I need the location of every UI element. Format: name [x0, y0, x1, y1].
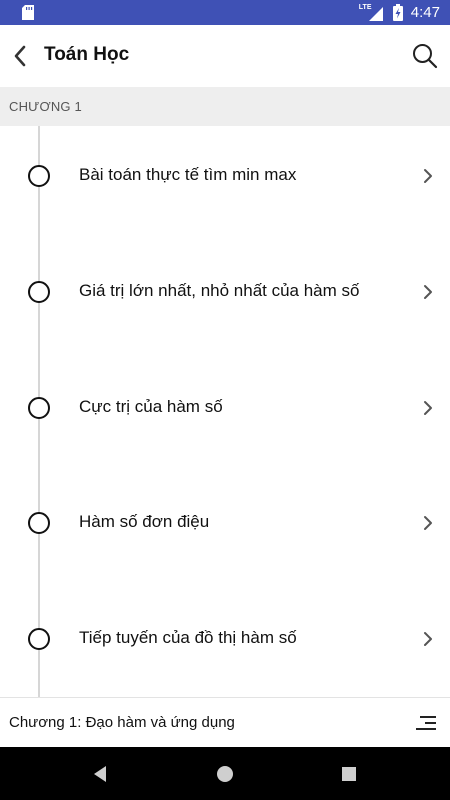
chevron-right-icon: [424, 516, 432, 530]
chevron-right-icon: [424, 401, 432, 415]
lesson-item[interactable]: Giá trị lớn nhất, nhỏ nhất của hàm số: [0, 262, 450, 322]
lesson-item[interactable]: Tiếp tuyến của đồ thị hàm số: [0, 609, 450, 669]
sd-card-icon: [22, 5, 34, 20]
status-bar: LTE 4:47: [0, 0, 450, 25]
lesson-label: Tiếp tuyến của đồ thị hàm số: [79, 628, 297, 647]
lesson-label: Hàm số đơn điệu: [79, 512, 210, 531]
system-nav-bar: [0, 747, 450, 800]
lesson-list[interactable]: Bài toán thực tế tìm min max Giá trị lớn…: [0, 126, 450, 697]
search-icon: [413, 44, 438, 69]
chevron-right-icon: [424, 632, 432, 646]
lesson-status-circle-icon: [28, 512, 50, 534]
page-title: Toán Học: [44, 44, 130, 65]
nav-home-button[interactable]: [212, 761, 238, 787]
battery-charging-icon: [392, 4, 403, 21]
lesson-status-circle-icon: [28, 628, 50, 650]
nav-recents-button[interactable]: [336, 761, 362, 787]
back-arrow-icon: [14, 45, 26, 67]
chapter-bar[interactable]: Chương 1: Đạo hàm và ứng dụng: [0, 697, 450, 747]
section-title: CHƯƠNG 1: [9, 99, 82, 114]
signal-icon: [368, 6, 383, 21]
lesson-label: Bài toán thực tế tìm min max: [79, 165, 297, 184]
chevron-right-icon: [424, 169, 432, 183]
nav-home-icon: [217, 766, 233, 782]
lesson-status-circle-icon: [28, 165, 50, 187]
lesson-item[interactable]: Bài toán thực tế tìm min max: [0, 146, 450, 206]
chapter-label: Chương 1: Đạo hàm và ứng dụng: [9, 714, 235, 731]
lesson-status-circle-icon: [28, 281, 50, 303]
signal-indicator: LTE: [359, 4, 385, 22]
lesson-label: Giá trị lớn nhất, nhỏ nhất của hàm số: [79, 281, 360, 300]
section-header: CHƯƠNG 1: [0, 87, 450, 126]
lesson-label: Cực trị của hàm số: [79, 397, 223, 416]
nav-recents-icon: [342, 767, 356, 781]
list-menu-icon[interactable]: [414, 712, 438, 734]
back-button[interactable]: [6, 40, 34, 72]
search-button[interactable]: [410, 41, 440, 71]
lesson-item[interactable]: Hàm số đơn điệu: [0, 493, 450, 553]
lesson-status-circle-icon: [28, 397, 50, 419]
lesson-item[interactable]: Cực trị của hàm số: [0, 378, 450, 438]
app-bar: Toán Học: [0, 25, 450, 87]
clock: 4:47: [410, 4, 440, 21]
nav-back-button[interactable]: [87, 761, 113, 787]
chevron-right-icon: [424, 285, 432, 299]
nav-back-icon: [94, 766, 106, 782]
